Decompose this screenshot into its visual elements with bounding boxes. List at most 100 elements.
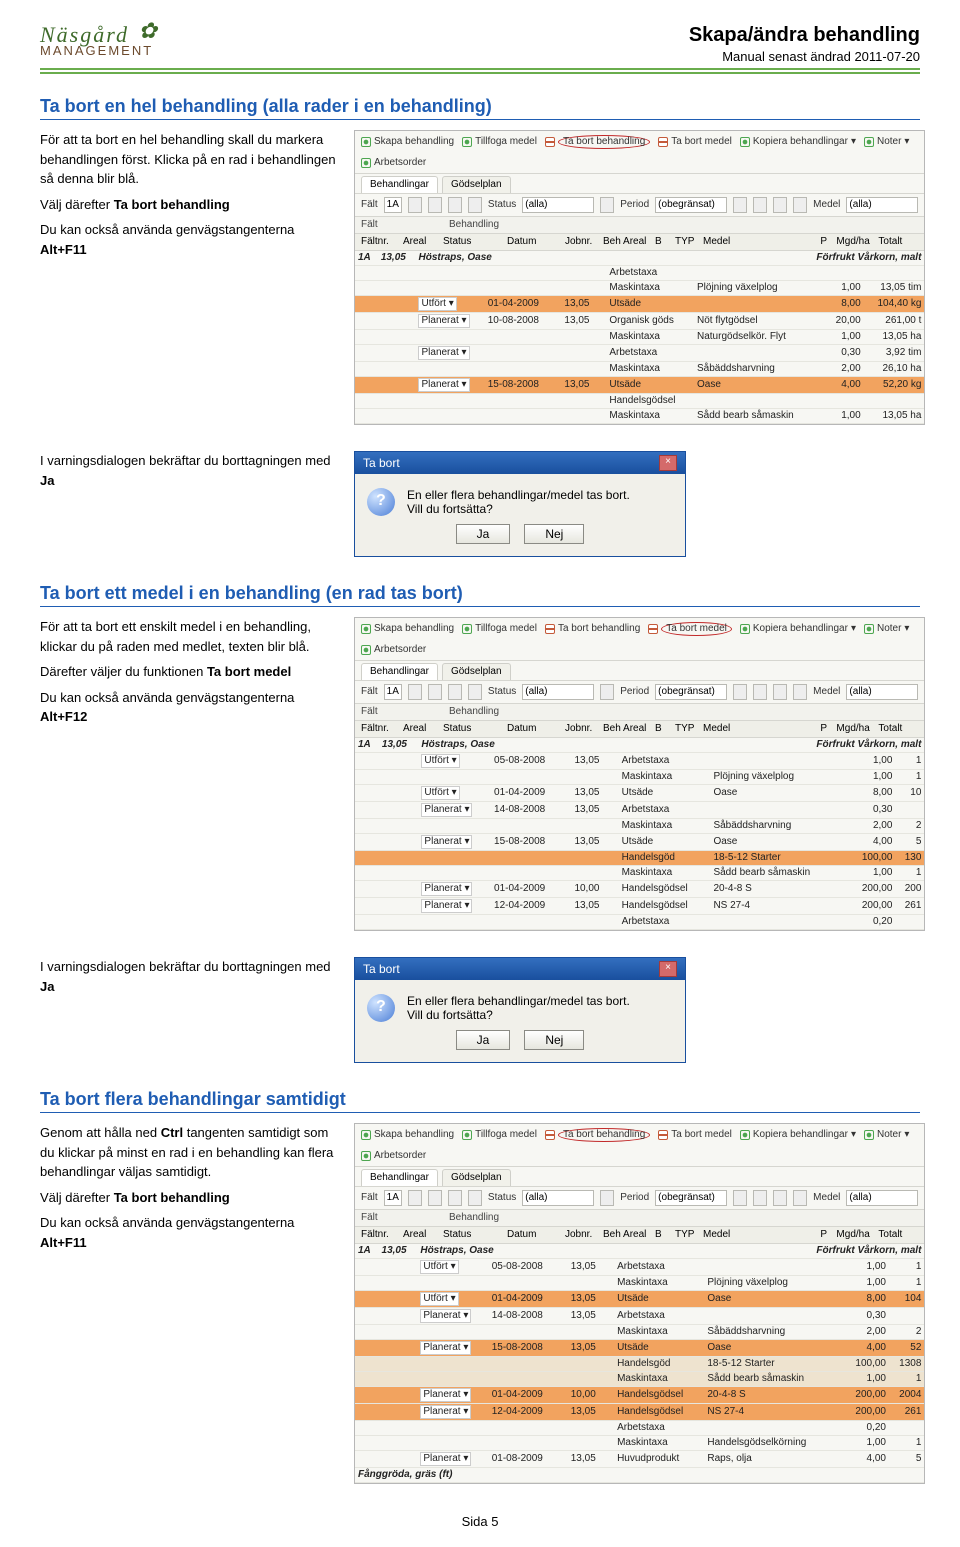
toolbar-item[interactable]: Noter ▾	[864, 1128, 909, 1142]
toolbar-item[interactable]: Ta bort behandling	[545, 1128, 650, 1142]
leaf-icon: ✿	[138, 18, 158, 43]
table-row[interactable]: Utfört ▾01-04-200913,05UtsädeOase8,0010	[355, 785, 924, 802]
document-title: Skapa/ändra behandling	[689, 24, 920, 47]
plus-icon	[361, 624, 371, 634]
logo: Näsgård ✿ MANAGEMENT	[40, 24, 159, 57]
table-row[interactable]: Utfört ▾05-08-200813,05Arbetstaxa1,001	[355, 753, 924, 770]
toolbar-item[interactable]: Ta bort medel	[658, 1128, 732, 1142]
minus-icon	[658, 137, 668, 147]
table-row[interactable]: MaskintaxaSåbäddsharvning2,002	[355, 819, 924, 834]
medel-field[interactable]: (alla)	[846, 1190, 918, 1206]
toolbar-item[interactable]: Skapa behandling	[361, 622, 454, 636]
status-field[interactable]: (alla)	[522, 1190, 594, 1206]
toolbar-item[interactable]: Kopiera behandlingar ▾	[740, 135, 856, 149]
toolbar-item[interactable]: Skapa behandling	[361, 1128, 454, 1142]
table-row[interactable]: Arbetstaxa0,20	[355, 1421, 924, 1436]
table-row[interactable]: MaskintaxaPlöjning växelplog1,0013,05 ti…	[355, 281, 924, 296]
page-footer: Sida 5	[40, 1514, 920, 1529]
question-icon	[367, 994, 395, 1022]
table-row[interactable]: MaskintaxaNaturgödselkör. Flyt1,0013,05 …	[355, 330, 924, 345]
table-row[interactable]: MaskintaxaPlöjning växelplog1,001	[355, 1276, 924, 1291]
toolbar-item[interactable]: Tillfoga medel	[462, 1128, 537, 1142]
minus-icon	[545, 624, 555, 634]
table-row[interactable]: Handelsgöd18-5-12 Starter100,00130	[355, 851, 924, 866]
toolbar-item[interactable]: Ta bort medel	[658, 135, 732, 149]
toolbar-item[interactable]: Noter ▾	[864, 622, 909, 636]
period-field[interactable]: (obegränsat)	[655, 684, 727, 700]
toolbar: Skapa behandling Tillfoga medel Ta bort be…	[355, 131, 924, 174]
no-button[interactable]: Nej	[524, 1030, 584, 1050]
table-row[interactable]: Handelsgöd18-5-12 Starter100,001308	[355, 1357, 924, 1372]
table-row[interactable]: Planerat ▾12-04-200913,05HandelsgödselNS…	[355, 1404, 924, 1421]
toolbar-item[interactable]: Ta bort medel	[648, 622, 732, 636]
toolbar-item[interactable]: Noter ▾	[864, 135, 909, 149]
falt-field[interactable]: 1A	[384, 684, 402, 700]
no-button[interactable]: Nej	[524, 524, 584, 544]
question-icon	[367, 488, 395, 516]
section1-p1: För att ta bort en hel behandling skall …	[40, 130, 340, 189]
chevron-down-icon: ▾	[904, 1129, 909, 1141]
close-icon[interactable]: ×	[659, 455, 677, 471]
table-row[interactable]: Planerat ▾15-08-200813,05UtsädeOase4,005	[355, 834, 924, 851]
table-row[interactable]: MaskintaxaSådd bearb såmaskin1,0013,05 h…	[355, 409, 924, 424]
table-row[interactable]: Arbetstaxa0,20	[355, 915, 924, 930]
plus-icon	[462, 1130, 472, 1140]
falt-field[interactable]: 1A	[384, 197, 402, 213]
period-field[interactable]: (obegränsat)	[655, 1190, 727, 1206]
close-icon[interactable]: ×	[659, 961, 677, 977]
table-row[interactable]: MaskintaxaHandelsgödselkörning1,001	[355, 1436, 924, 1451]
table-row[interactable]: Planerat ▾10-08-200813,05Organisk gödsNö…	[355, 313, 924, 330]
table-row[interactable]: Planerat ▾01-04-200910,00Handelsgödsel20…	[355, 881, 924, 898]
table-row[interactable]: MaskintaxaSådd bearb såmaskin1,001	[355, 1372, 924, 1387]
table-row[interactable]: Planerat ▾01-04-200910,00Handelsgödsel20…	[355, 1387, 924, 1404]
toolbar-item[interactable]: Arbetsorder	[361, 1150, 426, 1162]
medel-field[interactable]: (alla)	[846, 197, 918, 213]
tab-behandlingar[interactable]: Behandlingar	[361, 176, 438, 193]
action-icon	[361, 645, 371, 655]
period-field[interactable]: (obegränsat)	[655, 197, 727, 213]
table-row[interactable]: Planerat ▾12-04-200913,05HandelsgödselNS…	[355, 898, 924, 915]
table-row[interactable]: MaskintaxaSåbäddsharvning2,0026,10 ha	[355, 362, 924, 377]
table-row[interactable]: Planerat ▾15-08-200813,05UtsädeOase4,005…	[355, 1340, 924, 1357]
status-field[interactable]: (alla)	[522, 197, 594, 213]
table-row[interactable]: Handelsgödsel	[355, 394, 924, 409]
tab-godselplan[interactable]: Gödselplan	[442, 176, 511, 193]
toolbar-item[interactable]: Tillfoga medel	[462, 135, 537, 149]
section1-instructions: För att ta bort en hel behandling skall …	[40, 130, 340, 265]
falt-field[interactable]: 1A	[384, 1190, 402, 1206]
table-row[interactable]: Planerat ▾14-08-200813,05Arbetstaxa0,30	[355, 802, 924, 819]
toolbar-item[interactable]: Kopiera behandlingar ▾	[740, 1128, 856, 1142]
table-row[interactable]: Utfört ▾01-04-200913,05Utsäde8,00104,40 …	[355, 296, 924, 313]
medel-field[interactable]: (alla)	[846, 684, 918, 700]
plus-icon	[462, 624, 472, 634]
plus-icon	[462, 137, 472, 147]
toolbar-item[interactable]: Arbetsorder	[361, 644, 426, 656]
toolbar-item[interactable]: Arbetsorder	[361, 157, 426, 169]
table-row[interactable]: MaskintaxaPlöjning växelplog1,001	[355, 770, 924, 785]
action-icon	[864, 624, 874, 634]
app-screenshot-1: Skapa behandling Tillfoga medel Ta bort be…	[354, 130, 925, 425]
table-row[interactable]: Arbetstaxa	[355, 266, 924, 281]
table-row[interactable]: MaskintaxaSådd bearb såmaskin1,001	[355, 866, 924, 881]
toolbar-item[interactable]: Tillfoga medel	[462, 622, 537, 636]
table-row[interactable]: Utfört ▾05-08-200813,05Arbetstaxa1,001	[355, 1259, 924, 1276]
logo-text-bottom: MANAGEMENT	[40, 44, 159, 57]
table-row[interactable]: Planerat ▾15-08-200813,05UtsädeOase4,005…	[355, 377, 924, 394]
status-field[interactable]: (alla)	[522, 684, 594, 700]
toolbar-item[interactable]: Ta bort behandling	[545, 135, 650, 149]
yes-button[interactable]: Ja	[456, 524, 511, 544]
yes-button[interactable]: Ja	[456, 1030, 511, 1050]
toolbar-item[interactable]: Ta bort behandling	[545, 622, 640, 636]
toolbar-item[interactable]: Kopiera behandlingar ▾	[740, 622, 856, 636]
plus-icon	[361, 1130, 371, 1140]
action-icon	[740, 624, 750, 634]
divider	[40, 68, 920, 74]
table-row[interactable]: Utfört ▾01-04-200913,05UtsädeOase8,00104	[355, 1291, 924, 1308]
table-row[interactable]: Planerat ▾Arbetstaxa0,303,92 tim	[355, 345, 924, 362]
table-row[interactable]: Planerat ▾01-08-200913,05HuvudproduktRap…	[355, 1451, 924, 1468]
document-subtitle: Manual senast ändrad 2011-07-20	[689, 49, 920, 64]
table-row[interactable]: MaskintaxaSåbäddsharvning2,002	[355, 1325, 924, 1340]
minus-icon	[545, 1130, 555, 1140]
table-row[interactable]: Planerat ▾14-08-200813,05Arbetstaxa0,30	[355, 1308, 924, 1325]
toolbar-item[interactable]: Skapa behandling	[361, 135, 454, 149]
